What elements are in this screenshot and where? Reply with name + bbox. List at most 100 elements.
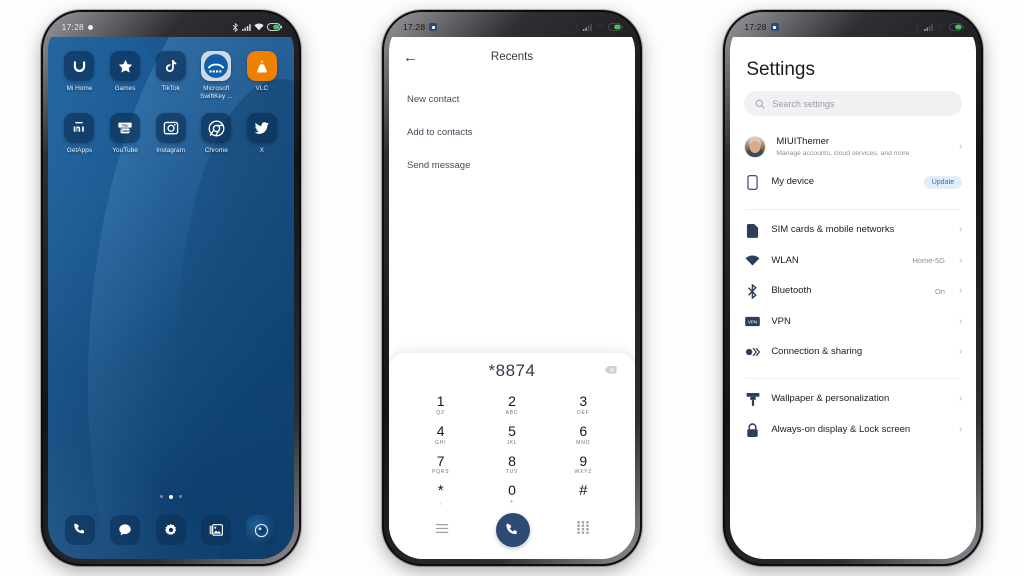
key-4[interactable]: 4 GHI xyxy=(405,421,476,450)
settings-row-connection-sharing[interactable]: Connection & sharing › xyxy=(730,337,976,367)
key-3[interactable]: 3 DEF xyxy=(548,391,619,420)
backspace-icon[interactable] xyxy=(604,362,617,380)
key-letters: QZ xyxy=(436,409,445,416)
search-settings-field[interactable]: Search settings xyxy=(744,91,963,116)
key-letters: TUV xyxy=(505,469,519,476)
key-5[interactable]: 5 JKL xyxy=(476,421,547,450)
games-star-icon xyxy=(110,51,141,81)
key-letters: ABC xyxy=(505,409,519,416)
gear-icon xyxy=(164,523,176,535)
key-letters: MNO xyxy=(576,439,591,446)
youtube-icon: You Tube xyxy=(110,113,141,144)
key-6[interactable]: 6 MNO xyxy=(548,421,619,450)
chevron-right-icon: › xyxy=(958,393,963,405)
keypad-grid-icon[interactable] xyxy=(577,521,589,539)
app-icon-vlc[interactable]: VLC xyxy=(239,51,285,101)
key-8[interactable]: 8 TUV xyxy=(476,451,547,480)
key-0[interactable]: 0 + xyxy=(476,480,547,510)
sim-card-icon xyxy=(744,223,761,238)
update-badge[interactable]: Update xyxy=(923,175,963,189)
key-1[interactable]: 1 QZ xyxy=(405,391,476,420)
app-icon-instagram[interactable]: Instagram xyxy=(148,113,194,155)
menu-item-add-to-contacts[interactable]: Add to contacts xyxy=(389,116,635,149)
dock-item-settings[interactable] xyxy=(155,515,186,545)
app-icon-tiktok[interactable]: TikTok xyxy=(148,51,194,101)
key-star[interactable]: *, xyxy=(405,480,476,510)
chevron-right-icon: › xyxy=(958,424,963,436)
settings-row-always-on-display[interactable]: Always-on display & Lock screen › xyxy=(730,415,976,446)
hamburger-menu-icon[interactable] xyxy=(435,521,449,539)
key-letters: PQRS xyxy=(431,469,450,476)
svg-text:Tube: Tube xyxy=(121,129,129,133)
settings-row-account[interactable]: MIUIThemer Manage accounts, cloud servic… xyxy=(730,128,976,167)
page-title: Recents xyxy=(490,51,534,63)
app-label: X xyxy=(259,147,265,155)
menu-item-new-contact[interactable]: New contact xyxy=(389,83,635,116)
app-icon-microsoft-swiftkey[interactable]: Microsoft SwiftKey ... xyxy=(193,51,239,101)
key-hash[interactable]: # xyxy=(548,480,619,510)
key-number: 5 xyxy=(508,422,516,439)
svg-text:You: You xyxy=(122,124,130,128)
app-icon-games[interactable]: Games xyxy=(102,51,148,101)
settings-row-sim-cards[interactable]: SIM cards & mobile networks › xyxy=(730,215,976,246)
app-label: Mi Home xyxy=(66,85,93,92)
keypad-action-row xyxy=(389,510,635,555)
wifi-icon xyxy=(595,23,605,31)
battery-icon xyxy=(607,23,623,31)
key-7[interactable]: 7 PQRS xyxy=(405,451,476,480)
app-icon-x[interactable]: X xyxy=(239,113,285,155)
key-number: 1 xyxy=(436,393,445,410)
status-time: 17:28 xyxy=(61,22,84,32)
dialed-number[interactable]: *8874 xyxy=(489,361,536,381)
home-wallpaper: Mi Home Games TikTok Microsoft SwiftKey … xyxy=(47,37,294,559)
menu-item-send-message[interactable]: Send message xyxy=(389,149,635,182)
app-icon-youtube[interactable]: You Tube YouTube xyxy=(102,113,148,155)
app-label: GetApps xyxy=(66,147,93,155)
app-label: Microsoft SwiftKey ... xyxy=(199,85,233,101)
page-dot[interactable] xyxy=(159,495,163,498)
dock-item-gallery[interactable] xyxy=(200,515,231,545)
settings-row-wallpaper[interactable]: Wallpaper & personalization › xyxy=(730,384,976,415)
signal-icon xyxy=(924,24,934,31)
settings-row-vpn[interactable]: VPN VPN › xyxy=(730,307,976,337)
phone2-screen: 17:28 ← Recents New contact Add to conta… xyxy=(388,17,635,559)
app-label: Games xyxy=(114,85,136,92)
settings-row-wlan[interactable]: WLAN Home-5G › xyxy=(730,246,976,276)
settings-divider xyxy=(746,377,961,379)
dock-item-phone[interactable] xyxy=(65,515,96,545)
settings-label: Always-on display & Lock screen xyxy=(771,424,911,436)
device-icon xyxy=(744,174,761,190)
dialer-screen: ← Recents New contact Add to contacts Se… xyxy=(388,37,635,559)
lock-icon xyxy=(744,423,761,438)
page-dot-active[interactable] xyxy=(168,495,173,499)
key-letters: + xyxy=(510,498,514,505)
camera-icon xyxy=(254,523,268,537)
key-number: * xyxy=(437,482,444,500)
key-9[interactable]: 9 WXYZ xyxy=(548,451,619,480)
settings-row-bluetooth[interactable]: Bluetooth On › xyxy=(730,276,976,307)
key-number: 8 xyxy=(508,452,516,469)
key-2[interactable]: 2 ABC xyxy=(476,391,547,420)
battery-icon xyxy=(266,23,282,31)
status-time: 17:28 xyxy=(402,22,426,32)
app-icon-mi-home[interactable]: Mi Home xyxy=(57,51,103,101)
vpn-icon: VPN xyxy=(744,316,761,327)
dock-item-messages[interactable] xyxy=(110,515,141,545)
key-letters: WXYZ xyxy=(574,469,593,476)
call-button[interactable] xyxy=(495,513,530,547)
settings-row-my-device[interactable]: My device Update xyxy=(730,167,976,198)
app-icon-getapps[interactable]: GetApps xyxy=(57,113,103,155)
app-icon-chrome[interactable]: Chrome xyxy=(193,113,239,155)
page-title: Settings xyxy=(746,59,815,80)
dock-item-camera[interactable] xyxy=(246,515,276,545)
settings-label: My device xyxy=(771,176,815,188)
battery-icon xyxy=(949,23,965,31)
page-dot[interactable] xyxy=(178,495,182,498)
key-letters: DEF xyxy=(577,409,590,416)
keypad-grid: 1 QZ 2 ABC 3 DEF 4 GHI 5 JKL 6 MNO 7 PQRS 8 TUV … xyxy=(389,389,635,510)
home-dock xyxy=(48,515,294,545)
wifi-icon xyxy=(936,23,946,31)
app-label: TikTok xyxy=(161,85,180,92)
phone-icon xyxy=(74,523,85,534)
tiktok-icon xyxy=(155,51,186,81)
